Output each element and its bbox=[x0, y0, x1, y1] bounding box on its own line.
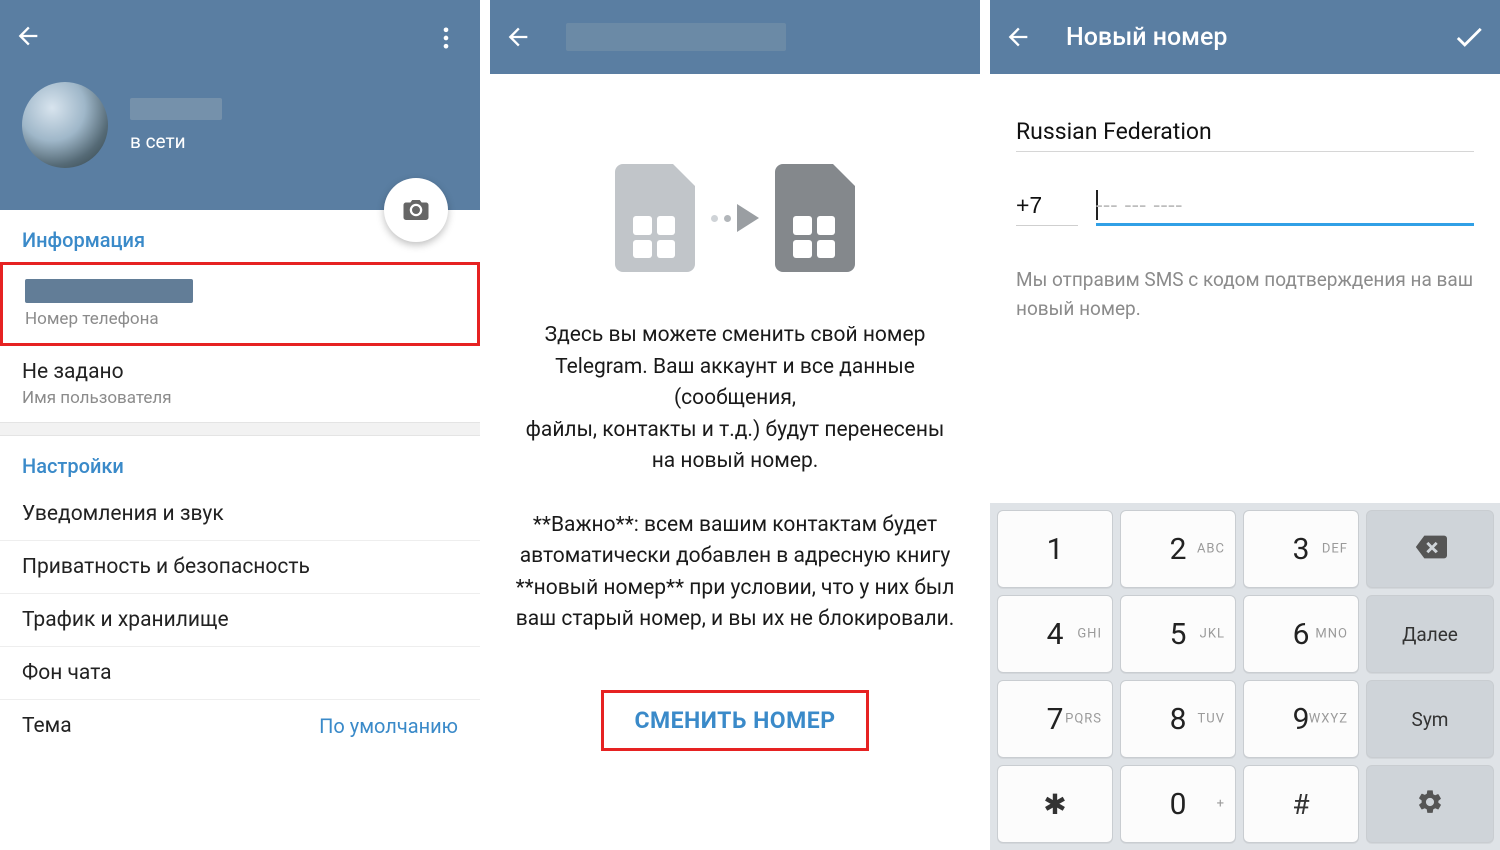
camera-fab[interactable] bbox=[384, 178, 448, 242]
phone-number-input[interactable] bbox=[1096, 192, 1474, 219]
phone-number-row[interactable]: Номер телефона bbox=[0, 262, 480, 346]
back-arrow-icon[interactable] bbox=[14, 22, 42, 50]
change-number-info-screen: Здесь вы можете сменить свой номер Teleg… bbox=[490, 0, 980, 850]
back-arrow-icon[interactable] bbox=[504, 23, 532, 51]
key-9[interactable]: 9WXYZ bbox=[1243, 680, 1359, 758]
section-divider bbox=[0, 422, 480, 436]
key-6[interactable]: 6MNO bbox=[1243, 595, 1359, 673]
change-number-description: Здесь вы можете сменить свой номер Teleg… bbox=[512, 320, 958, 636]
theme-row[interactable]: Тема По умолчанию bbox=[0, 700, 480, 752]
change-number-header bbox=[490, 0, 980, 74]
privacy-label: Приватность и безопасность bbox=[22, 555, 458, 579]
confirm-check-icon[interactable] bbox=[1452, 20, 1486, 54]
sim-old-icon bbox=[615, 164, 695, 272]
country-code-input[interactable] bbox=[1016, 192, 1078, 226]
camera-icon bbox=[401, 195, 431, 225]
avatar[interactable] bbox=[22, 82, 108, 168]
notifications-row[interactable]: Уведомления и звук bbox=[0, 488, 480, 541]
phone-number-label: Номер телефона bbox=[25, 309, 455, 329]
back-arrow-icon[interactable] bbox=[1004, 23, 1032, 51]
header-title-redacted bbox=[566, 23, 786, 51]
username-row[interactable]: Не задано Имя пользователя bbox=[0, 346, 480, 422]
text-cursor bbox=[1096, 190, 1098, 220]
backspace-icon bbox=[1413, 530, 1447, 568]
key-backspace[interactable] bbox=[1366, 510, 1494, 588]
notifications-label: Уведомления и звук bbox=[22, 502, 458, 526]
settings-profile-screen: в сети Информация Номер телефона Не зада… bbox=[0, 0, 480, 850]
key-next[interactable]: Далее bbox=[1366, 595, 1494, 673]
phone-number-redacted bbox=[25, 279, 193, 303]
key-star[interactable]: ✱ bbox=[997, 765, 1113, 843]
arrow-icon bbox=[711, 204, 759, 232]
key-2[interactable]: 2ABC bbox=[1120, 510, 1236, 588]
key-5[interactable]: 5JKL bbox=[1120, 595, 1236, 673]
key-8[interactable]: 8TUV bbox=[1120, 680, 1236, 758]
description-para2: **Важно**: всем вашим контактам будет ав… bbox=[512, 510, 958, 636]
change-number-button[interactable]: СМЕНИТЬ НОМЕР bbox=[634, 707, 835, 734]
username-label: Имя пользователя bbox=[22, 388, 458, 408]
online-status: в сети bbox=[130, 130, 222, 153]
gear-icon bbox=[1416, 788, 1444, 820]
key-3[interactable]: 3DEF bbox=[1243, 510, 1359, 588]
key-7[interactable]: 7PQRS bbox=[997, 680, 1113, 758]
sim-new-icon bbox=[775, 164, 855, 272]
privacy-row[interactable]: Приватность и безопасность bbox=[0, 541, 480, 594]
new-number-screen: Новый номер Russian Federation --- --- -… bbox=[990, 0, 1500, 850]
key-1[interactable]: 1 bbox=[997, 510, 1113, 588]
phone-input-row: --- --- ---- bbox=[1016, 192, 1474, 226]
key-sym[interactable]: Sym bbox=[1366, 680, 1494, 758]
avatar-row: в сети bbox=[22, 82, 222, 168]
new-number-title: Новый номер bbox=[1066, 23, 1227, 52]
numeric-keypad: 1 2ABC 3DEF 4GHI 5JKL 6MNO Далее 7PQRS 8… bbox=[990, 503, 1500, 850]
sms-hint-text: Мы отправим SMS с кодом подтверждения на… bbox=[1016, 266, 1474, 323]
chat-wallpaper-row[interactable]: Фон чата bbox=[0, 647, 480, 700]
more-icon[interactable] bbox=[432, 24, 460, 52]
key-settings[interactable] bbox=[1366, 765, 1494, 843]
change-number-button-highlight: СМЕНИТЬ НОМЕР bbox=[601, 690, 869, 751]
key-hash[interactable]: # bbox=[1243, 765, 1359, 843]
sim-transfer-illustration bbox=[490, 164, 980, 272]
phone-number-input-wrap: --- --- ---- bbox=[1096, 192, 1474, 226]
key-0[interactable]: 0+ bbox=[1120, 765, 1236, 843]
settings-section-header: Настройки bbox=[0, 436, 480, 488]
key-4[interactable]: 4GHI bbox=[997, 595, 1113, 673]
new-number-header: Новый номер bbox=[990, 0, 1500, 74]
data-storage-row[interactable]: Трафик и хранилище bbox=[0, 594, 480, 647]
description-para1: Здесь вы можете сменить свой номер Teleg… bbox=[512, 320, 958, 478]
profile-name-redacted bbox=[130, 98, 222, 120]
theme-value: По умолчанию bbox=[319, 714, 458, 738]
country-selector[interactable]: Russian Federation bbox=[1016, 118, 1474, 152]
data-storage-label: Трафик и хранилище bbox=[22, 608, 458, 632]
username-value: Не задано bbox=[22, 360, 458, 384]
chat-wallpaper-label: Фон чата bbox=[22, 661, 458, 685]
